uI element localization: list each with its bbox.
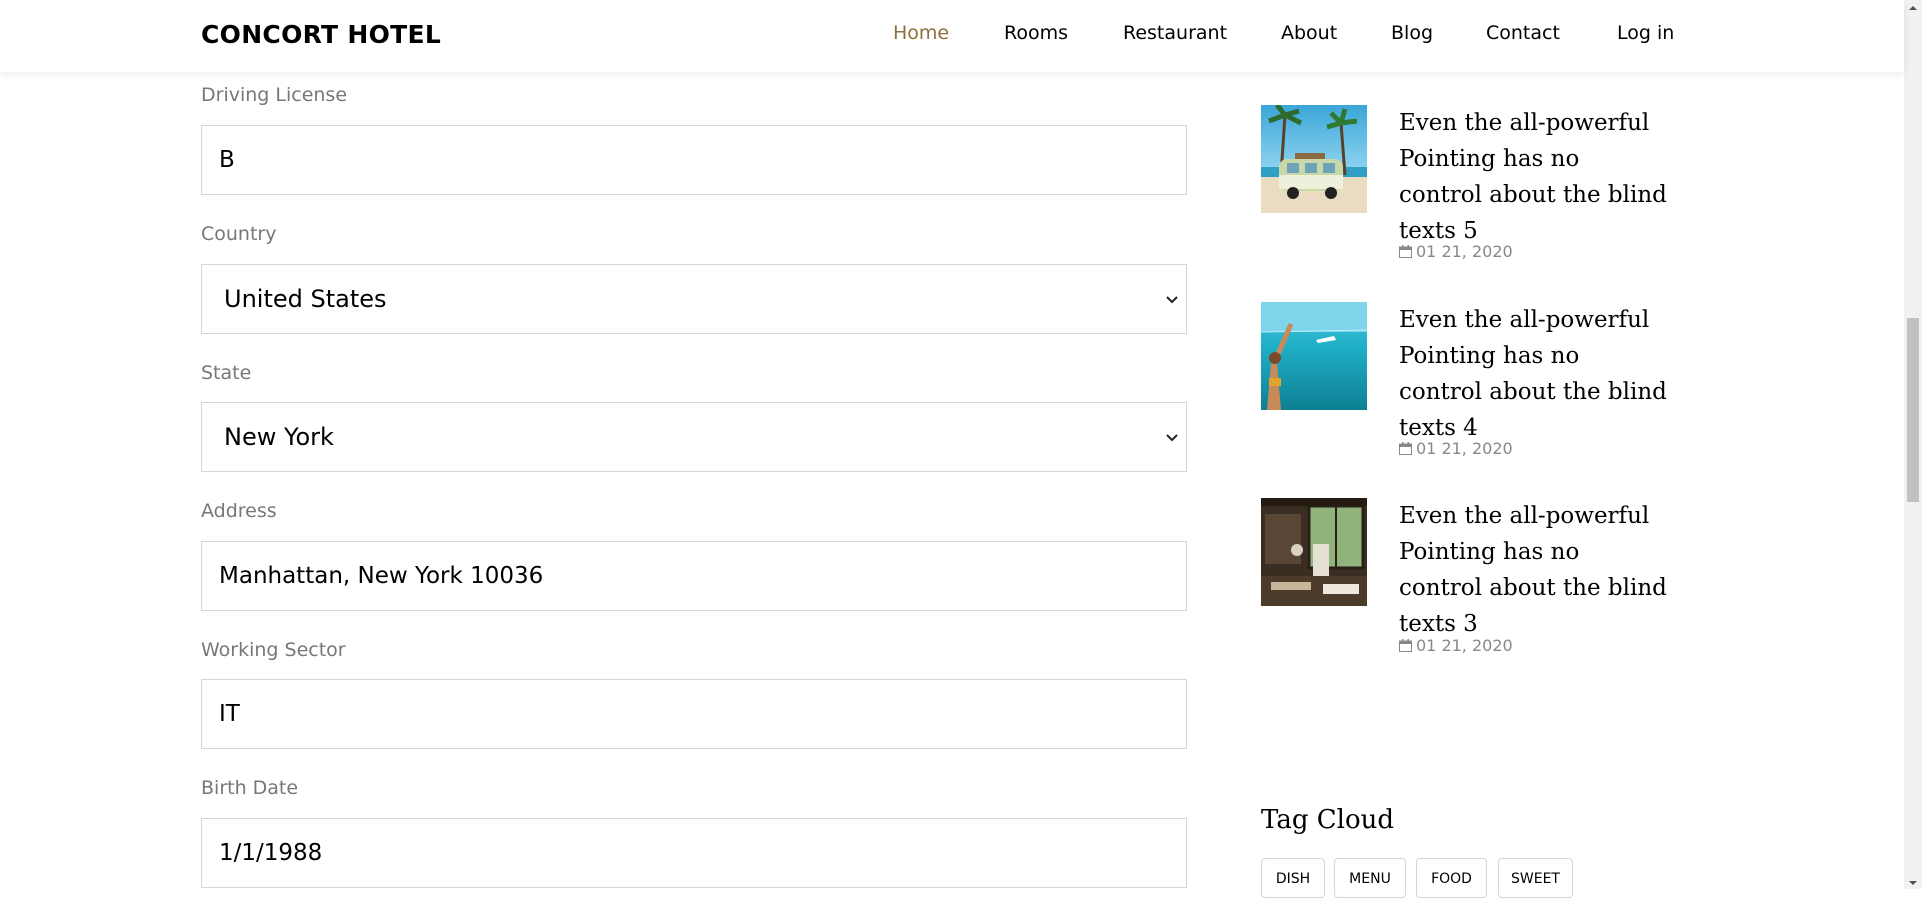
country-select[interactable]: United States (201, 264, 1187, 334)
post-date: 01 21, 2020 (1399, 439, 1513, 458)
nav-login[interactable]: Log in (1617, 22, 1674, 44)
chevron-down-icon (1166, 403, 1178, 471)
country-label: Country (201, 223, 277, 245)
nav-blog[interactable]: Blog (1391, 22, 1433, 44)
nav-about[interactable]: About (1281, 22, 1337, 44)
address-value: Manhattan, New York 10036 (219, 563, 544, 589)
state-value: New York (224, 423, 334, 451)
state-select[interactable]: New York (201, 402, 1187, 472)
post-date-text: 01 21, 2020 (1416, 242, 1513, 261)
post-title[interactable]: Even the all-powerful Pointing has no co… (1399, 498, 1669, 642)
working-sector-label: Working Sector (201, 639, 346, 661)
working-sector-field[interactable]: IT (201, 679, 1187, 749)
post-title[interactable]: Even the all-powerful Pointing has no co… (1399, 302, 1669, 446)
driving-license-field[interactable]: B (201, 125, 1187, 195)
post-thumbnail-sea-swimmer[interactable] (1261, 302, 1367, 410)
scrollbar-thumb[interactable] (1907, 318, 1919, 502)
scroll-up-arrow-icon[interactable] (1904, 0, 1922, 14)
birth-date-value: 1/1/1988 (219, 840, 323, 866)
nav-contact[interactable]: Contact (1486, 22, 1560, 44)
calendar-icon (1399, 245, 1412, 258)
site-header: CONCORT HOTEL Home Rooms Restaurant Abou… (0, 0, 1904, 72)
address-field[interactable]: Manhattan, New York 10036 (201, 541, 1187, 611)
driving-license-value: B (219, 147, 235, 173)
tag-menu[interactable]: MENU (1334, 858, 1406, 898)
nav-home[interactable]: Home (893, 22, 949, 44)
tag-dish[interactable]: DISH (1261, 858, 1325, 898)
post-title[interactable]: Even the all-powerful Pointing has no co… (1399, 105, 1669, 249)
tag-cloud-title: Tag Cloud (1261, 805, 1394, 835)
birth-date-field[interactable]: 1/1/1988 (201, 818, 1187, 888)
birth-date-label: Birth Date (201, 777, 299, 799)
post-date: 01 21, 2020 (1399, 636, 1513, 655)
scroll-down-arrow-icon[interactable] (1904, 875, 1922, 889)
post-date: 01 21, 2020 (1399, 242, 1513, 261)
country-value: United States (224, 285, 387, 313)
page-scrollbar[interactable] (1904, 0, 1922, 889)
tag-sweet[interactable]: SWEET (1498, 858, 1573, 898)
chevron-down-icon (1166, 265, 1178, 333)
tag-food[interactable]: FOOD (1416, 858, 1487, 898)
state-label: State (201, 362, 252, 384)
post-thumbnail-room-interior[interactable] (1261, 498, 1367, 606)
nav-restaurant[interactable]: Restaurant (1123, 22, 1227, 44)
address-label: Address (201, 500, 277, 522)
post-date-text: 01 21, 2020 (1416, 439, 1513, 458)
calendar-icon (1399, 442, 1412, 455)
calendar-icon (1399, 639, 1412, 652)
post-date-text: 01 21, 2020 (1416, 636, 1513, 655)
working-sector-value: IT (219, 701, 240, 727)
post-thumbnail-beach-van[interactable] (1261, 105, 1367, 213)
nav-rooms[interactable]: Rooms (1004, 22, 1068, 44)
driving-license-label: Driving License (201, 84, 348, 106)
brand-logo[interactable]: CONCORT HOTEL (201, 20, 441, 49)
